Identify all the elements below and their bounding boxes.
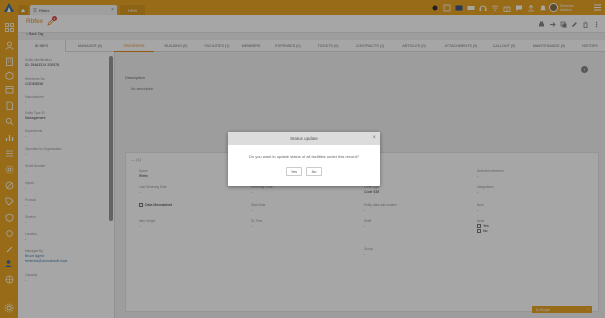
status-update-dialog: Status update × Do you want to update st… [228, 132, 380, 186]
dialog-message: Do you want to update status of all faci… [248, 154, 360, 159]
no-button[interactable]: No [306, 167, 322, 176]
yes-button[interactable]: Yes [286, 167, 302, 176]
dialog-title: Status update [228, 132, 380, 145]
close-icon[interactable]: × [372, 135, 376, 141]
